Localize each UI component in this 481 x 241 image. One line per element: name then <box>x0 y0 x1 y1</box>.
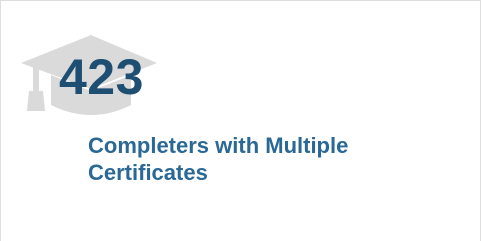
stat-value: 423 <box>59 49 144 105</box>
stat-card: 423 Completers with Multiple Certificate… <box>0 0 481 241</box>
stat-label: Completers with Multiple Certificates <box>88 133 349 185</box>
